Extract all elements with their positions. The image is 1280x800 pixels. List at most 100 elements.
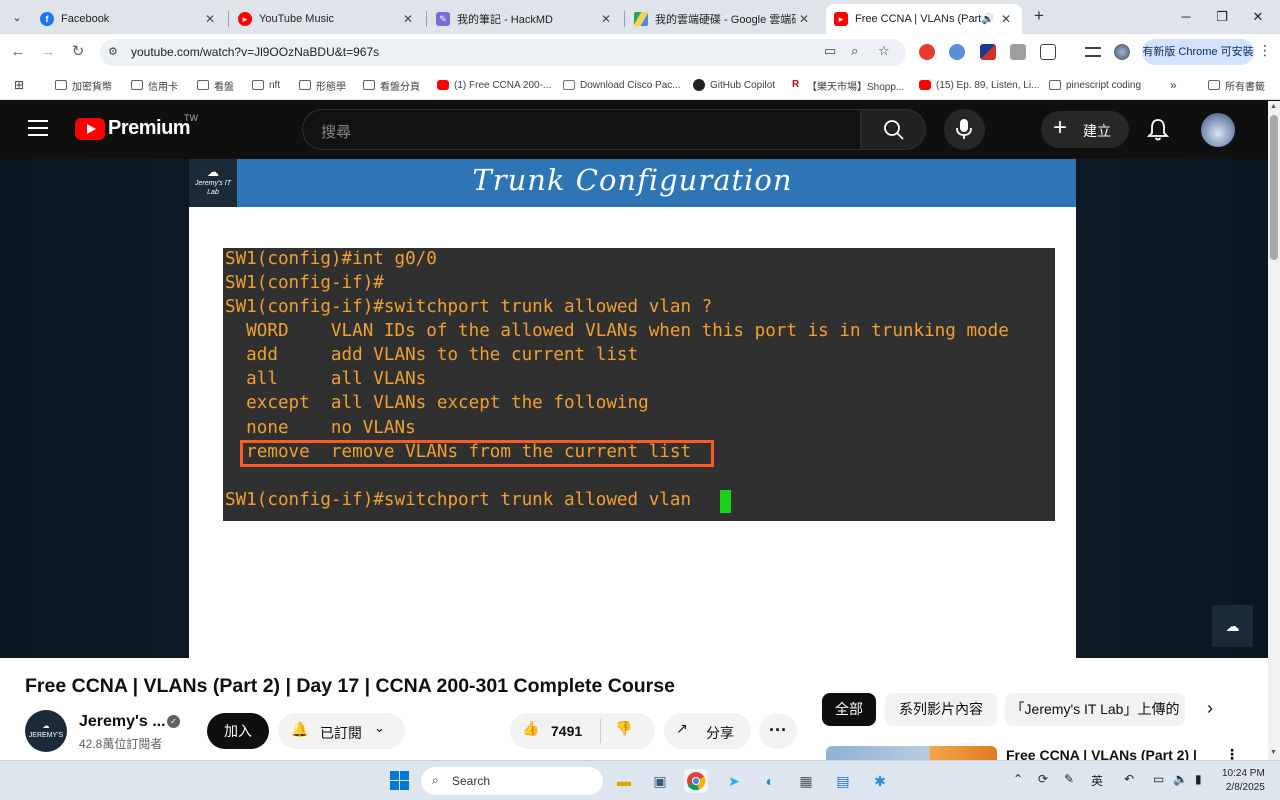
tab-youtube-music[interactable]: ▸ YouTube Music ✕ — [230, 4, 424, 34]
create-button[interactable]: + 建立 — [1041, 111, 1129, 148]
bookmark-item[interactable]: (1) Free CCNA 200-... — [437, 77, 551, 93]
volume-icon[interactable]: 🔈 — [1173, 772, 1188, 786]
scroll-down-icon[interactable]: ▼ — [1270, 749, 1277, 756]
channel-watermark-icon[interactable]: ☁ — [1212, 605, 1253, 647]
facebook-icon: f — [40, 12, 54, 26]
youtube-logo-icon[interactable] — [75, 118, 105, 140]
account-avatar[interactable] — [1201, 113, 1235, 147]
share-button[interactable]: ↗ 分享 — [664, 713, 751, 749]
bookmarks-overflow-button[interactable]: » — [1170, 77, 1177, 93]
telegram-icon[interactable]: ➤ — [722, 769, 746, 793]
channel-avatar[interactable]: ☁ JEREMY'S — [25, 710, 67, 752]
bookmark-star-icon[interactable]: ☆ — [878, 43, 890, 59]
pen-icon[interactable]: ✎ — [1064, 772, 1074, 786]
like-button[interactable]: 👍 — [522, 720, 539, 737]
dislike-button[interactable]: 👎 — [615, 720, 632, 737]
bookmark-item[interactable]: 看盤 — [197, 77, 234, 93]
notifications-bell-icon[interactable] — [1146, 117, 1170, 143]
address-bar[interactable]: ⚙ youtube.com/watch?v=Jl9OOzNaBDU&t=967s… — [100, 39, 906, 66]
app-icon[interactable]: ✱ — [868, 769, 892, 793]
recommended-thumbnail[interactable] — [826, 746, 997, 760]
notepad-icon[interactable]: ▤ — [831, 769, 855, 793]
tab-close-icon[interactable]: ✕ — [202, 12, 218, 26]
new-tab-button[interactable]: + — [1028, 6, 1050, 28]
app-icon[interactable]: ▣ — [648, 769, 672, 793]
system-clock[interactable]: 10:24 PM 2/8/2025 — [1222, 767, 1265, 795]
apps-grid-icon[interactable]: ⊞ — [14, 77, 24, 93]
zoom-icon[interactable]: ⌕ — [851, 43, 858, 59]
chevron-right-icon[interactable]: › — [1207, 698, 1213, 719]
tray-app-icon[interactable]: ⟳ — [1038, 772, 1048, 786]
cast-icon[interactable]: ▭ — [824, 43, 836, 59]
extension-icon[interactable] — [980, 44, 996, 60]
search-button[interactable] — [860, 109, 926, 150]
extensions-puzzle-icon[interactable] — [1040, 44, 1056, 60]
bookmark-item[interactable]: pinescript coding — [1049, 77, 1141, 93]
tab-close-icon[interactable]: ✕ — [796, 12, 812, 26]
bookmark-item[interactable]: 信用卡 — [131, 77, 178, 93]
chrome-menu-icon[interactable]: ⋮ — [1258, 42, 1272, 59]
chrome-update-button[interactable]: 有新版 Chrome 可安裝 — [1142, 39, 1254, 65]
youtube-brand[interactable]: Premium — [108, 117, 191, 140]
bookmark-item[interactable]: GitHub Copilot — [693, 77, 775, 93]
bookmark-item[interactable]: Download Cisco Pac... — [563, 77, 681, 93]
bookmarks-bar: ⊞ 加密貨幣 信用卡 看盤 nft 形態學 看盤分頁 (1) Free CCNA… — [0, 70, 1280, 100]
extension-icon[interactable] — [949, 44, 965, 60]
chip-channel-uploads[interactable]: 「Jeremy's IT Lab」上傳的 — [1005, 693, 1185, 726]
close-window-button[interactable]: ✕ — [1240, 4, 1276, 30]
join-button[interactable]: 加入 — [207, 713, 269, 749]
forward-button[interactable]: → — [37, 41, 59, 63]
page-scrollbar[interactable]: ▲ ▼ — [1268, 101, 1280, 760]
menu-hamburger-icon[interactable] — [28, 120, 48, 136]
subscribed-button[interactable]: 🔔 已訂閱 ⌄ — [278, 713, 405, 749]
edge-icon[interactable]: ◐ — [758, 769, 782, 793]
profile-icon[interactable] — [1114, 44, 1130, 60]
chrome-icon[interactable] — [684, 769, 708, 793]
back-button[interactable]: ← — [7, 41, 29, 63]
tab-google-drive[interactable]: 我的雲端硬碟 - Google 雲端硬碟 ✕ — [626, 4, 820, 34]
extension-icon[interactable] — [1010, 44, 1026, 60]
video-player[interactable]: Trunk Configuration ☁ Jeremy's IT Lab SW… — [0, 159, 1268, 658]
tab-youtube-active[interactable]: ▸ Free CCNA | VLANs (Part 2) 🔊 ✕ — [826, 4, 1022, 34]
create-label: 建立 — [1083, 123, 1111, 139]
tab-facebook[interactable]: f Facebook ✕ — [32, 4, 226, 34]
chip-series[interactable]: 系列影片內容 — [885, 693, 997, 726]
tab-close-icon[interactable]: ✕ — [400, 12, 416, 26]
terminal-line: except all VLANs except the following — [225, 393, 649, 413]
restore-button[interactable]: ❐ — [1204, 4, 1240, 30]
extension-new-icon[interactable] — [919, 44, 935, 60]
network-icon[interactable]: ▭ — [1153, 772, 1164, 786]
windows-start-icon[interactable] — [390, 771, 409, 790]
channel-name[interactable]: Jeremy's ... — [79, 713, 166, 731]
bookmark-item[interactable]: (15) Ep. 89, Listen, Li... — [919, 77, 1039, 93]
voice-search-button[interactable] — [944, 109, 985, 150]
battery-icon[interactable]: ▮ — [1195, 772, 1202, 786]
scrollbar-thumb[interactable] — [1270, 115, 1278, 260]
bookmark-item[interactable]: 加密貨幣 — [55, 77, 112, 93]
ime-indicator[interactable]: 英 — [1091, 772, 1103, 789]
site-info-icon[interactable]: ⚙ — [108, 45, 118, 58]
bookmark-item[interactable]: 形態學 — [299, 77, 346, 93]
bookmark-item[interactable]: nft — [252, 77, 280, 93]
scroll-up-icon[interactable]: ▲ — [1270, 103, 1277, 110]
tray-overflow-icon[interactable]: ⌃ — [1013, 772, 1023, 786]
terminal-line: SW1(config-if)#switchport trunk allowed … — [225, 490, 702, 510]
media-controls-icon[interactable] — [1085, 47, 1101, 57]
all-bookmarks[interactable]: 所有書籤 — [1208, 77, 1265, 93]
speaker-icon[interactable]: 🔊 — [982, 14, 994, 25]
tab-close-icon[interactable]: ✕ — [998, 12, 1014, 26]
file-explorer-icon[interactable]: ▬ — [612, 769, 636, 793]
tab-search-button[interactable]: ⌄ — [6, 6, 28, 28]
bookmark-item[interactable]: R 【樂天市場】Shopp... — [792, 77, 904, 93]
bookmark-item[interactable]: 看盤分頁 — [363, 77, 420, 93]
minimize-button[interactable]: ─ — [1168, 4, 1204, 30]
undo-icon[interactable]: ↶ — [1124, 772, 1134, 786]
more-actions-button[interactable]: ··· — [759, 713, 797, 749]
taskbar-search[interactable]: ⌕ Search — [421, 767, 603, 795]
tab-hackmd[interactable]: ✎ 我的筆記 - HackMD ✕ — [428, 4, 622, 34]
calculator-icon[interactable]: ▦ — [794, 769, 818, 793]
search-input[interactable]: 搜尋 — [302, 109, 860, 150]
tab-close-icon[interactable]: ✕ — [598, 12, 614, 26]
reload-button[interactable]: ↻ — [67, 41, 89, 63]
chip-all[interactable]: 全部 — [822, 693, 876, 726]
